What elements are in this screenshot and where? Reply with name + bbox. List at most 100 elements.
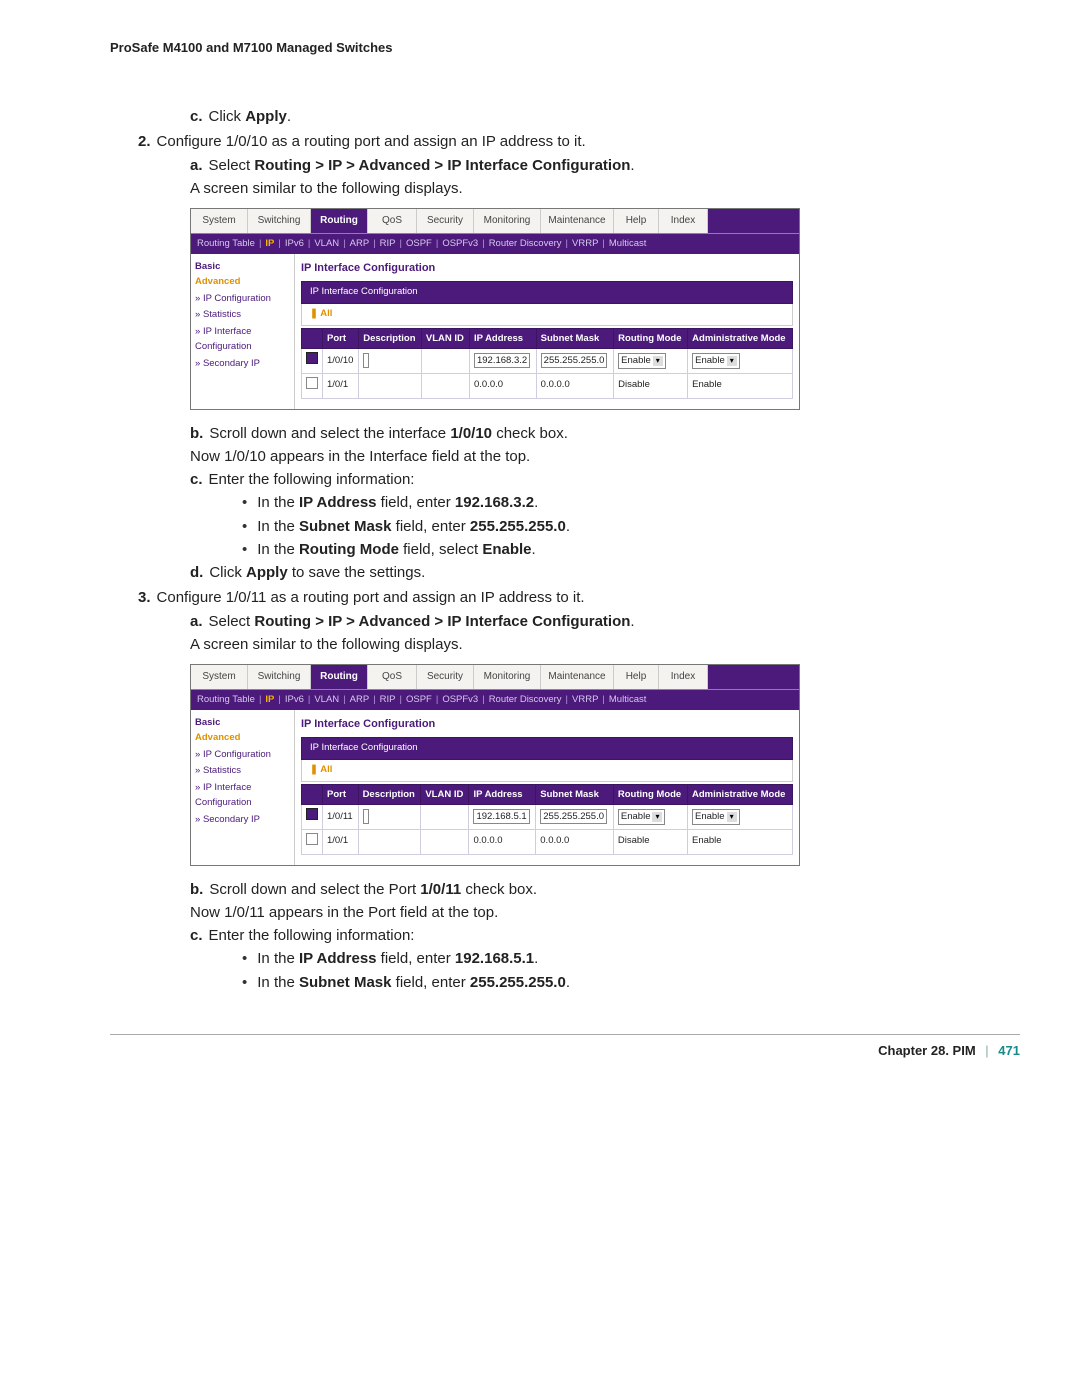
checkbox-checked-icon[interactable]	[306, 352, 318, 364]
sidebar-item[interactable]: » IP Configuration	[195, 292, 290, 307]
panel-sub-bar: IP Interface Configuration	[301, 737, 793, 760]
config-table: Port Description VLAN ID IP Address Subn…	[301, 784, 793, 855]
routing-mode-select[interactable]: Enable▾	[618, 809, 666, 826]
bullet-item: •In the Routing Mode field, select Enabl…	[242, 538, 1020, 561]
subnav-item[interactable]: Multicast	[609, 693, 646, 708]
subnav-item[interactable]: IP	[265, 693, 274, 708]
tab-monitoring[interactable]: Monitoring	[474, 209, 541, 233]
sidebar-item[interactable]: » Statistics	[195, 308, 290, 323]
tab-switching[interactable]: Switching	[248, 209, 311, 233]
bullet-item: •In the IP Address field, enter 192.168.…	[242, 947, 1020, 970]
all-filter[interactable]: ❚ All	[301, 760, 793, 782]
subnav-item[interactable]: OSPF	[406, 237, 432, 252]
subnav-item[interactable]: Routing Table	[197, 237, 255, 252]
step-2b-note: Now 1/0/10 appears in the Interface fiel…	[190, 445, 1020, 468]
subnav-item[interactable]: Multicast	[609, 237, 646, 252]
subnav-item[interactable]: VLAN	[314, 693, 339, 708]
tab-switching[interactable]: Switching	[248, 665, 311, 689]
bullet-item: •In the Subnet Mask field, enter 255.255…	[242, 515, 1020, 538]
subnav-item[interactable]: VRRP	[572, 693, 598, 708]
tab-index[interactable]: Index	[659, 209, 708, 233]
step-3a: a.Select Routing > IP > Advanced > IP In…	[190, 610, 1020, 633]
tab-security[interactable]: Security	[417, 665, 474, 689]
mask-input[interactable]: 255.255.255.0	[540, 809, 607, 824]
tab-routing[interactable]: Routing	[311, 209, 368, 233]
col-mask: Subnet Mask	[536, 328, 614, 348]
all-filter[interactable]: ❚ All	[301, 304, 793, 326]
subnav-item[interactable]: Router Discovery	[489, 237, 562, 252]
subnav-item[interactable]: IPv6	[285, 237, 304, 252]
bullet-item: •In the IP Address field, enter 192.168.…	[242, 491, 1020, 514]
tab-system[interactable]: System	[191, 209, 248, 233]
mask-input[interactable]: 255.255.255.0	[541, 353, 608, 368]
screenshot-1: System Switching Routing QoS Security Mo…	[190, 208, 800, 410]
sidebar-item-selected[interactable]: » IP Interface Configuration	[195, 781, 290, 810]
sidebar-item[interactable]: » IP Configuration	[195, 748, 290, 763]
sidebar-item[interactable]: » Secondary IP	[195, 357, 290, 372]
sidebar-advanced[interactable]: Advanced	[195, 275, 290, 290]
step-3b: b.Scroll down and select the Port 1/0/11…	[190, 878, 1020, 901]
num-2: 2.	[138, 133, 151, 150]
desc-input[interactable]	[363, 353, 369, 368]
subnav-item[interactable]: RIP	[380, 693, 396, 708]
sidebar-basic[interactable]: Basic	[195, 260, 290, 275]
tab-maintenance[interactable]: Maintenance	[541, 665, 614, 689]
subnav-item[interactable]: IP	[265, 237, 274, 252]
col-port: Port	[323, 328, 359, 348]
footer-page: 471	[998, 1043, 1020, 1058]
admin-mode-select[interactable]: Enable▾	[692, 353, 740, 370]
desc-input[interactable]	[363, 809, 369, 824]
subnav-item[interactable]: Router Discovery	[489, 693, 562, 708]
checkbox-checked-icon[interactable]	[306, 808, 318, 820]
checkbox-unchecked-icon[interactable]	[306, 833, 318, 845]
tab-maintenance[interactable]: Maintenance	[541, 209, 614, 233]
subnav-item[interactable]: ARP	[350, 693, 370, 708]
tab-qos[interactable]: QoS	[368, 209, 417, 233]
screenshot-2: System Switching Routing QoS Security Mo…	[190, 664, 800, 866]
sidebar-basic[interactable]: Basic	[195, 716, 290, 731]
ip-input[interactable]: 192.168.5.1	[473, 809, 529, 824]
sidebar-item[interactable]: » Statistics	[195, 764, 290, 779]
step-3b-note: Now 1/0/11 appears in the Port field at …	[190, 901, 1020, 924]
checkbox-unchecked-icon[interactable]	[306, 377, 318, 389]
tab-help[interactable]: Help	[614, 209, 659, 233]
tab-monitoring[interactable]: Monitoring	[474, 665, 541, 689]
tab-help[interactable]: Help	[614, 665, 659, 689]
sidebar-advanced[interactable]: Advanced	[195, 731, 290, 746]
col-desc: Description	[359, 328, 422, 348]
chevron-down-icon: ▾	[653, 356, 663, 366]
subnav-item[interactable]: Routing Table	[197, 693, 255, 708]
admin-mode-select[interactable]: Enable▾	[692, 809, 740, 826]
subnav-item[interactable]: ARP	[350, 237, 370, 252]
table-row: 1/0/1 0.0.0.0 0.0.0.0 Disable Enable	[302, 373, 793, 398]
subnav-item[interactable]: VLAN	[314, 237, 339, 252]
subnav-item[interactable]: OSPF	[406, 693, 432, 708]
subnav-item[interactable]: IPv6	[285, 693, 304, 708]
step-2a: a.Select Routing > IP > Advanced > IP In…	[190, 154, 1020, 177]
routing-mode-select[interactable]: Enable▾	[618, 353, 666, 370]
chevron-down-icon: ▾	[727, 356, 737, 366]
table-row: 1/0/1 0.0.0.0 0.0.0.0 Disable Enable	[302, 829, 793, 854]
subnav-item[interactable]: OSPFv3	[442, 693, 478, 708]
subnav: Routing Table| IP| IPv6| VLAN| ARP| RIP|…	[191, 234, 799, 255]
step-3c: c.Enter the following information:	[190, 924, 1020, 947]
col-rmode: Routing Mode	[614, 328, 688, 348]
subnav-item[interactable]: RIP	[380, 237, 396, 252]
step-2d: d.Click Apply to save the settings.	[190, 561, 1020, 584]
tab-routing[interactable]: Routing	[311, 665, 368, 689]
subnav-item[interactable]: VRRP	[572, 237, 598, 252]
sidebar-item[interactable]: » Secondary IP	[195, 813, 290, 828]
page-footer: Chapter 28. PIM | 471	[110, 1034, 1020, 1058]
tab-security[interactable]: Security	[417, 209, 474, 233]
tab-index[interactable]: Index	[659, 665, 708, 689]
ip-input[interactable]: 192.168.3.2	[474, 353, 530, 368]
tabs-row: System Switching Routing QoS Security Mo…	[191, 209, 799, 234]
tab-system[interactable]: System	[191, 665, 248, 689]
doc-content: c.Click Apply. 2.Configure 1/0/10 as a r…	[164, 105, 1020, 994]
tab-end-strip	[708, 209, 799, 233]
sidebar-item-selected[interactable]: » IP Interface Configuration	[195, 325, 290, 354]
tab-qos[interactable]: QoS	[368, 665, 417, 689]
subnav-item[interactable]: OSPFv3	[442, 237, 478, 252]
step-2: 2.Configure 1/0/10 as a routing port and…	[138, 130, 1020, 153]
chevron-down-icon: ▾	[652, 812, 662, 822]
